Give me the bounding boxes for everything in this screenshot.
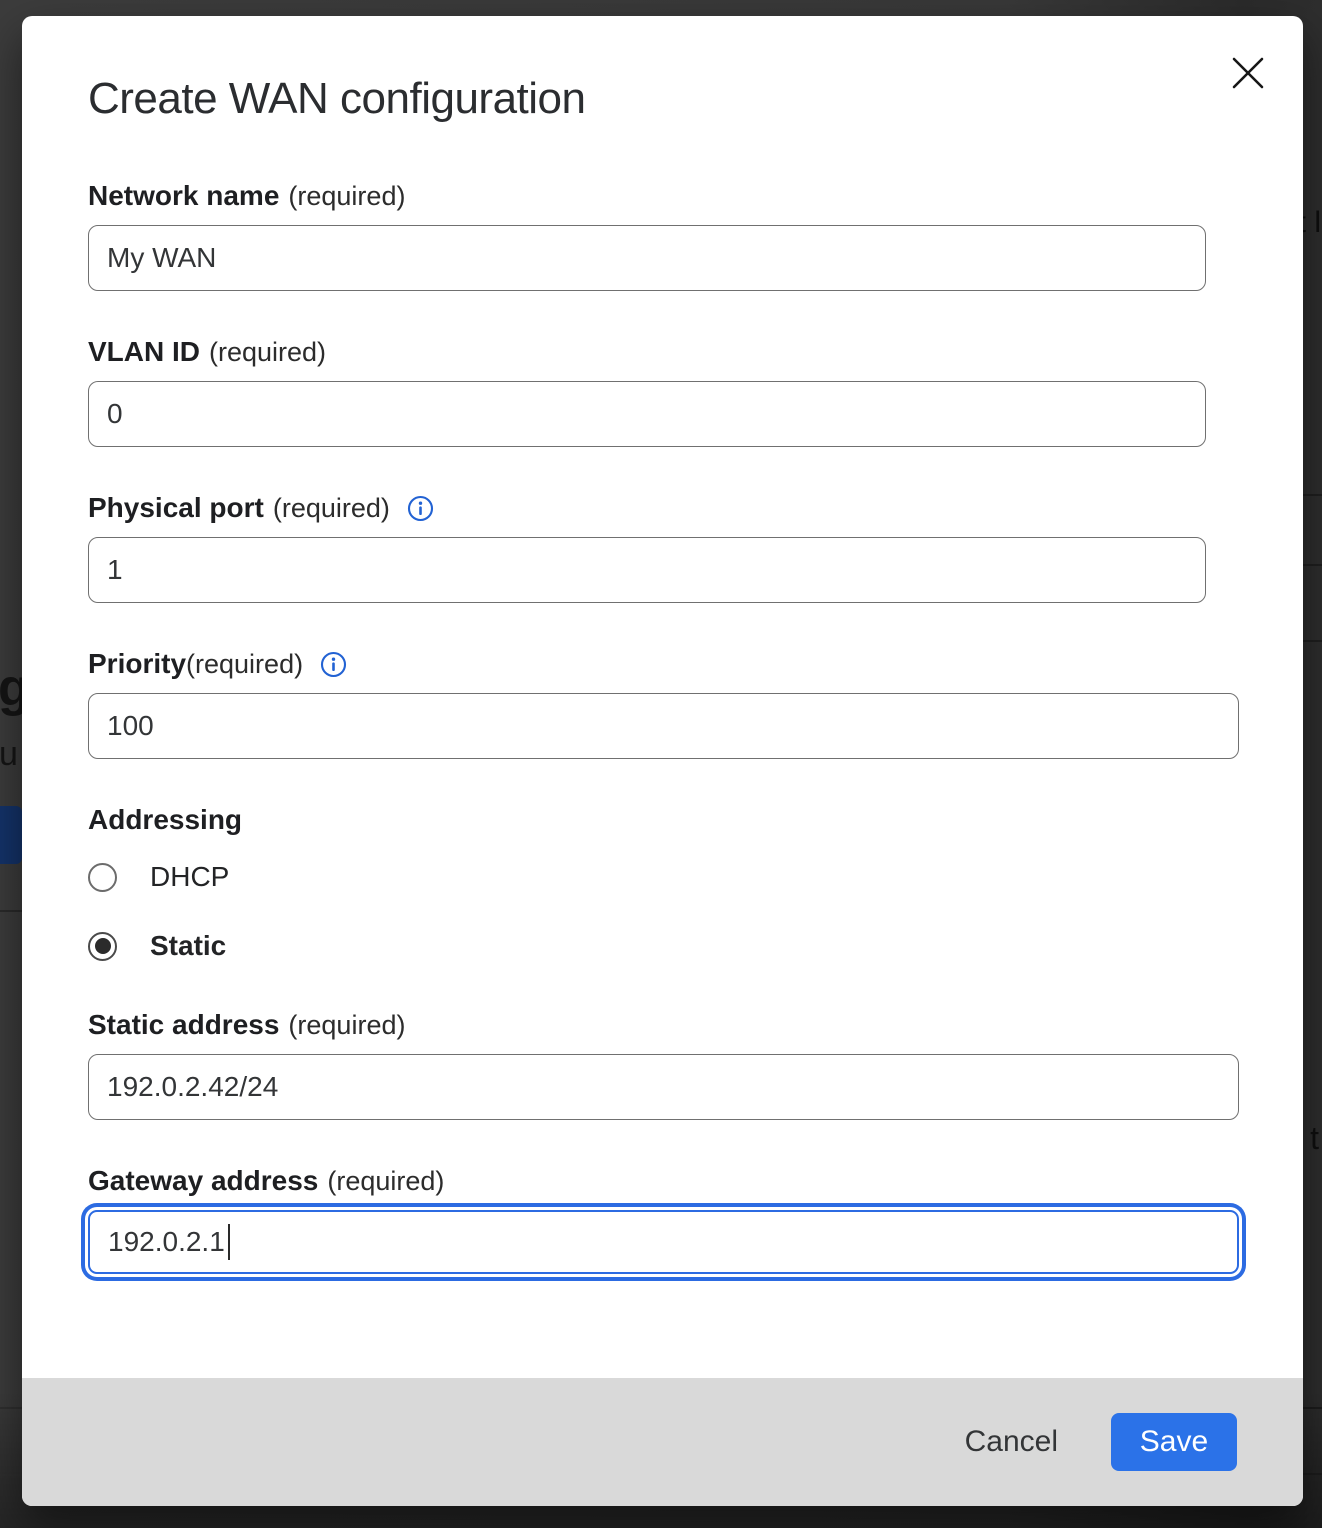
physical-port-label: Physical port (88, 492, 264, 524)
radio-option-dhcp[interactable]: DHCP (88, 861, 1303, 893)
cancel-button[interactable]: Cancel (961, 1415, 1062, 1469)
required-hint: (required) (273, 493, 390, 524)
network-name-input[interactable] (88, 225, 1206, 291)
radio-option-static[interactable]: Static (88, 930, 1303, 962)
priority-input[interactable] (88, 693, 1239, 759)
priority-label: Priority (88, 648, 186, 680)
modal-footer: Cancel Save (22, 1378, 1303, 1506)
static-address-input[interactable] (88, 1054, 1239, 1120)
backdrop-divider (1303, 1407, 1322, 1409)
vlan-id-label: VLAN ID (88, 336, 200, 368)
backdrop-divider (1303, 1473, 1322, 1475)
vlan-id-input[interactable] (88, 381, 1206, 447)
radio-checked-icon[interactable] (88, 932, 117, 961)
backdrop-divider (0, 1474, 22, 1476)
field-static-address: Static address (required) (88, 1009, 1303, 1120)
info-icon[interactable] (407, 495, 434, 522)
save-button[interactable]: Save (1111, 1413, 1237, 1471)
field-vlan-id: VLAN ID (required) (88, 336, 1303, 447)
backdrop-divider (0, 910, 22, 912)
field-network-name: Network name (required) (88, 180, 1303, 291)
dialog-title: Create WAN configuration (88, 74, 1303, 124)
network-name-label: Network name (88, 180, 279, 212)
required-hint: (required) (209, 337, 326, 368)
required-hint: (required) (186, 649, 303, 680)
gateway-address-input[interactable]: 192.0.2.1 (88, 1210, 1239, 1274)
radio-label-static: Static (150, 930, 226, 962)
required-hint: (required) (288, 1010, 405, 1041)
field-priority: Priority (required) (88, 648, 1303, 759)
required-hint: (required) (327, 1166, 444, 1197)
radio-unchecked-icon[interactable] (88, 863, 117, 892)
info-icon[interactable] (320, 651, 347, 678)
required-hint: (required) (288, 181, 405, 212)
addressing-heading: Addressing (88, 804, 1303, 836)
field-gateway-address: Gateway address (required) 192.0.2.1 (88, 1165, 1303, 1274)
backdrop-divider (1303, 564, 1322, 566)
gateway-address-value: 192.0.2.1 (108, 1226, 225, 1258)
create-wan-configuration-dialog: Create WAN configuration Network name (r… (22, 16, 1303, 1506)
backdrop-divider (0, 1407, 22, 1409)
addressing-section: Addressing DHCP Static (88, 804, 1303, 962)
physical-port-input[interactable] (88, 537, 1206, 603)
radio-label-dhcp: DHCP (150, 861, 229, 893)
backdrop-text-fragment: u (0, 737, 18, 771)
gateway-address-label: Gateway address (88, 1165, 318, 1197)
backdrop-button-fragment (0, 806, 22, 864)
backdrop-divider (1303, 494, 1322, 496)
text-caret (228, 1224, 230, 1260)
backdrop-text-fragment: t (1310, 1122, 1319, 1154)
backdrop-divider (1303, 640, 1322, 642)
field-physical-port: Physical port (required) (88, 492, 1303, 603)
static-address-label: Static address (88, 1009, 279, 1041)
